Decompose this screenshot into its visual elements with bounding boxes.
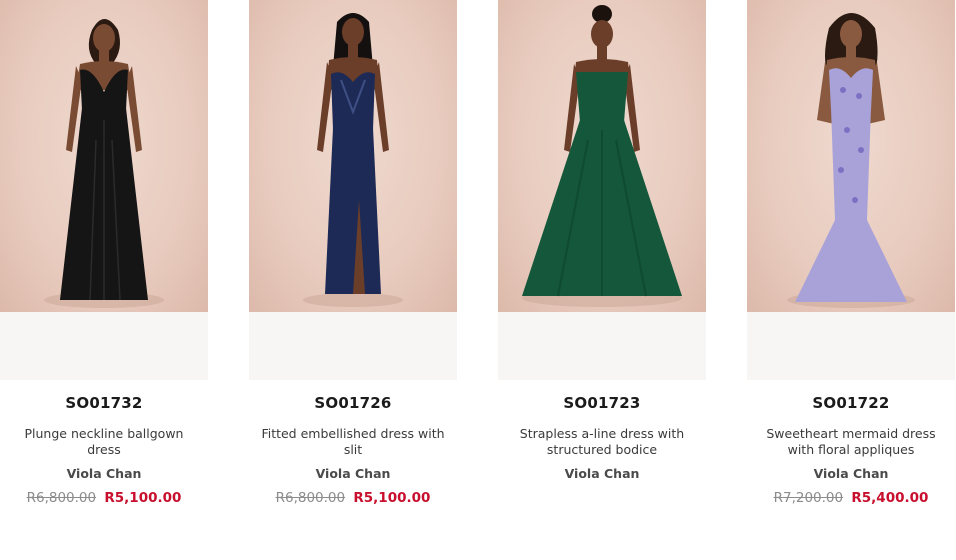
dress-illustration	[44, 19, 164, 308]
sale-price: R5,100.00	[104, 490, 182, 506]
product-grid: SO01732 Plunge neckline ballgown dress V…	[0, 0, 956, 560]
card-spacer	[498, 312, 706, 380]
price-row: R7,200.00 R5,400.00	[753, 490, 949, 506]
product-brand: Viola Chan	[813, 466, 889, 481]
card-spacer	[0, 312, 208, 380]
product-card[interactable]: SO01723 Strapless a-line dress with stru…	[498, 0, 706, 560]
product-info: SO01723 Strapless a-line dress with stru…	[498, 380, 706, 560]
product-code[interactable]: SO01726	[255, 394, 451, 412]
product-description: Sweetheart mermaid dress with floral app…	[766, 426, 936, 457]
original-price: R7,200.00	[773, 490, 844, 506]
product-card[interactable]: SO01732 Plunge neckline ballgown dress V…	[0, 0, 208, 560]
card-spacer	[747, 312, 955, 380]
product-info: SO01726 Fitted embellished dress with sl…	[249, 380, 457, 560]
card-spacer	[249, 312, 457, 380]
product-info: SO01732 Plunge neckline ballgown dress V…	[0, 380, 208, 560]
product-image[interactable]	[0, 0, 208, 312]
sale-price: R5,100.00	[353, 490, 431, 506]
product-brand: Viola Chan	[564, 466, 640, 481]
product-brand: Viola Chan	[315, 466, 391, 481]
product-card[interactable]: SO01722 Sweetheart mermaid dress with fl…	[747, 0, 955, 560]
product-code[interactable]: SO01722	[753, 394, 949, 412]
product-description: Plunge neckline ballgown dress	[24, 426, 184, 457]
product-card[interactable]: SO01726 Fitted embellished dress with sl…	[249, 0, 457, 560]
price-row: R6,800.00 R5,100.00	[6, 490, 202, 506]
product-image[interactable]	[249, 0, 457, 312]
dress-illustration	[303, 13, 403, 307]
product-description: Fitted embellished dress with slit	[261, 426, 445, 457]
original-price: R6,800.00	[275, 490, 346, 506]
dress-illustration	[787, 13, 915, 308]
product-image[interactable]	[747, 0, 955, 312]
product-brand: Viola Chan	[66, 466, 142, 481]
original-price: R6,800.00	[26, 490, 97, 506]
product-code[interactable]: SO01723	[504, 394, 700, 412]
product-image[interactable]	[498, 0, 706, 312]
product-description: Strapless a-line dress with structured b…	[519, 426, 685, 457]
sale-price: R5,400.00	[851, 490, 929, 506]
product-info: SO01722 Sweetheart mermaid dress with fl…	[747, 380, 955, 560]
dress-illustration	[522, 5, 682, 307]
price-row: R6,800.00 R5,100.00	[255, 490, 451, 506]
product-code[interactable]: SO01732	[6, 394, 202, 412]
